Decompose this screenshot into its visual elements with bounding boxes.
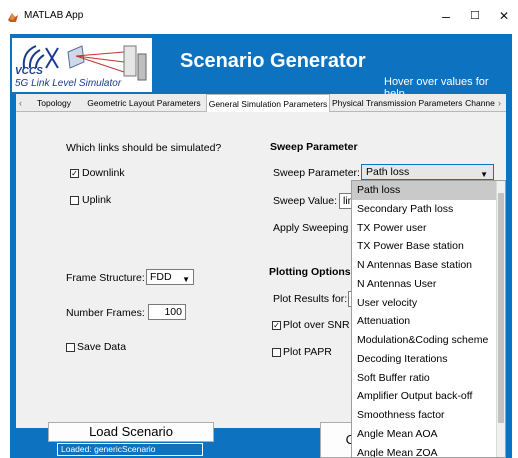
tab-geometric-layout[interactable]: Geometric Layout Parameters: [84, 94, 204, 112]
number-frames-input[interactable]: 100: [148, 304, 186, 320]
dropdown-scrollbar[interactable]: [496, 181, 505, 457]
load-scenario-button[interactable]: Load Scenario: [48, 422, 214, 442]
frame-structure-select[interactable]: FDD ▼: [146, 269, 194, 285]
minimize-button[interactable]: –: [436, 7, 456, 25]
window-titlebar: MATLAB App – ☐ ✕: [0, 0, 518, 34]
tab-channel[interactable]: Channe: [464, 94, 496, 112]
tab-scroll-right-icon[interactable]: ›: [498, 94, 501, 112]
sweep-value-label: Sweep Value:: [273, 195, 338, 207]
chevron-down-icon: ▼: [182, 275, 190, 284]
maximize-button[interactable]: ☐: [465, 7, 485, 25]
sweep-parameter-select[interactable]: Path loss ▼: [361, 164, 494, 180]
dropdown-option[interactable]: Soft Buffer ratio: [352, 369, 505, 388]
save-data-checkbox[interactable]: [66, 343, 75, 352]
dropdown-option[interactable]: Decoding Iterations: [352, 350, 505, 369]
tab-general-simulation[interactable]: General Simulation Parameters: [206, 94, 330, 113]
sweep-parameter-value: Path loss: [366, 166, 410, 178]
app-title: Scenario Generator: [180, 50, 366, 72]
sweep-parameter-dropdown: Path loss Secondary Path loss TX Power u…: [351, 180, 506, 458]
links-question: Which links should be simulated?: [66, 142, 222, 154]
dropdown-option[interactable]: Attenuation: [352, 312, 505, 331]
frame-structure-label: Frame Structure:: [66, 272, 145, 284]
tab-physical-transmission[interactable]: Physical Transmission Parameters: [332, 94, 462, 112]
matlab-icon: [8, 13, 18, 22]
window-title: MATLAB App: [24, 10, 84, 21]
uplink-label: Uplink: [82, 194, 112, 206]
tab-bar: ‹ Topology Geometric Layout Parameters G…: [16, 94, 506, 113]
dropdown-option[interactable]: TX Power user: [352, 219, 505, 238]
save-data-label: Save Data: [77, 341, 127, 353]
dropdown-option[interactable]: Angle Mean ZOA: [352, 444, 505, 458]
dropdown-option[interactable]: Angle Mean AOA: [352, 425, 505, 444]
plot-snr-checkbox[interactable]: ✓: [272, 321, 281, 330]
dropdown-option[interactable]: Smoothness factor: [352, 406, 505, 425]
plot-papr-label: Plot PAPR: [283, 346, 332, 358]
downlink-label: Downlink: [82, 167, 125, 179]
dropdown-option[interactable]: N Antennas User: [352, 275, 505, 294]
logo-simulator-text: 5G Link Level Simulator: [15, 78, 122, 89]
plot-snr-label: Plot over SNR: [283, 319, 350, 331]
sweep-heading: Sweep Parameter: [270, 141, 358, 153]
dropdown-option[interactable]: Path loss: [352, 181, 505, 200]
tab-scroll-left-icon[interactable]: ‹: [19, 94, 22, 112]
dropdown-option[interactable]: Secondary Path loss: [352, 200, 505, 219]
uplink-checkbox[interactable]: [70, 196, 79, 205]
tab-topology[interactable]: Topology: [28, 94, 80, 112]
dropdown-option[interactable]: N Antennas Base station: [352, 256, 505, 275]
plot-results-label: Plot Results for:: [273, 293, 348, 305]
simulator-logo: VCCS 5G Link Level Simulator: [12, 38, 152, 92]
plotting-heading: Plotting Options: [269, 266, 351, 278]
dropdown-option[interactable]: TX Power Base station: [352, 237, 505, 256]
number-frames-label: Number Frames:: [66, 307, 145, 319]
downlink-checkbox[interactable]: ✓: [70, 169, 79, 178]
apply-sweeping-label: Apply Sweeping to:: [273, 222, 363, 234]
frame-structure-value: FDD: [150, 271, 172, 283]
close-button[interactable]: ✕: [494, 7, 514, 25]
logo-vccs-text: VCCS: [15, 66, 43, 77]
sweep-parameter-label: Sweep Parameter:: [273, 167, 360, 179]
dropdown-scroll-thumb[interactable]: [498, 193, 504, 423]
plot-papr-checkbox[interactable]: [272, 348, 281, 357]
dropdown-option[interactable]: Amplifier Output back-off: [352, 387, 505, 406]
dropdown-option[interactable]: User velocity: [352, 294, 505, 313]
dropdown-option[interactable]: Modulation&Coding scheme: [352, 331, 505, 350]
loaded-scenario-status: Loaded: genericScenario: [57, 443, 203, 456]
